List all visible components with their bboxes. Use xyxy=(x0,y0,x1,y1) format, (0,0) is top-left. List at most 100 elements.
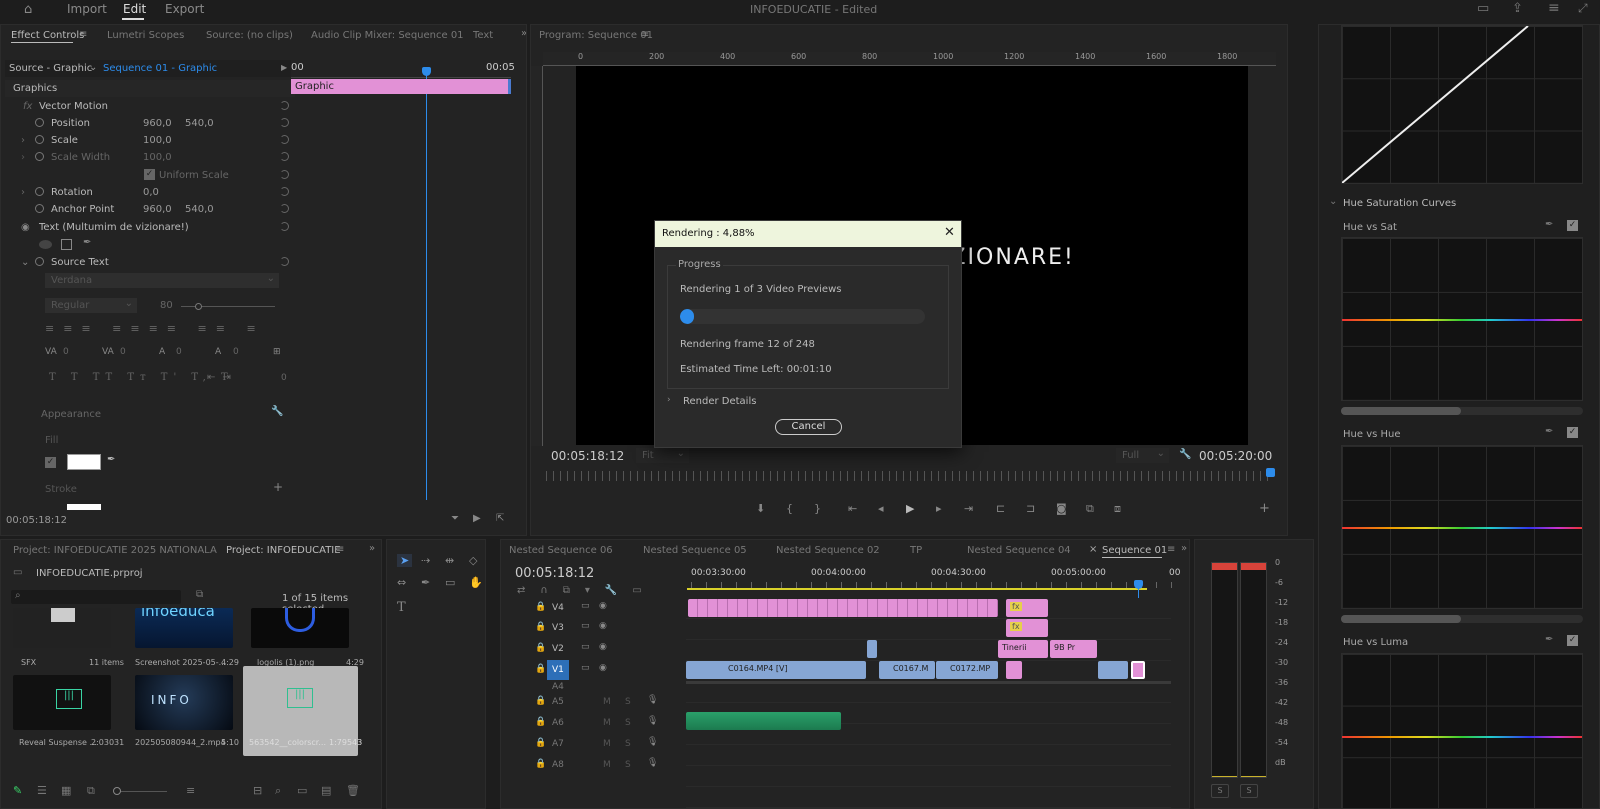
timeline-ruler[interactable]: 00:03:30:00 00:04:00:00 00:04:30:00 00:0… xyxy=(687,566,1181,596)
slip-tool-icon[interactable]: ⇔ xyxy=(397,576,406,589)
mic-icon[interactable]: 🎙 xyxy=(647,758,658,768)
reset-icon[interactable] xyxy=(280,152,289,161)
project-item-video-thumb[interactable]: INFO xyxy=(135,675,233,730)
project-item-logo-thumb[interactable] xyxy=(251,608,349,648)
fullscreen-icon[interactable]: ⤢ xyxy=(1578,1,1588,16)
resolution-dropdown[interactable]: Full ⌄ xyxy=(1116,448,1169,463)
eyedropper-icon[interactable]: ✒ xyxy=(1545,219,1553,230)
project-item-reveal-thumb[interactable]: ||| xyxy=(13,675,111,730)
eyedropper-icon[interactable]: ✒ xyxy=(1545,634,1553,645)
reset-icon[interactable] xyxy=(280,170,289,179)
chevron-down-icon[interactable]: ⌄ xyxy=(89,62,97,73)
solo-button[interactable]: S xyxy=(625,718,631,728)
eye-icon[interactable]: ◉ xyxy=(599,621,607,631)
text-layer-row[interactable]: ◉ Text (Multumim de vizionare!) xyxy=(5,219,295,236)
param-row-position[interactable]: Position 960,0 540,0 xyxy=(5,115,295,132)
sync-icon[interactable]: ▭ xyxy=(581,642,590,652)
v4-clip-strip[interactable] xyxy=(688,599,998,617)
rect-mask-icon[interactable] xyxy=(61,239,72,250)
mic-icon[interactable]: 🎙 xyxy=(647,737,658,747)
menu-import[interactable]: Import xyxy=(67,2,107,16)
home-icon[interactable]: ⌂ xyxy=(24,2,32,17)
lock-icon[interactable]: 🔒 xyxy=(535,664,546,674)
chevron-right-icon[interactable]: › xyxy=(667,395,671,405)
more-tabs-icon[interactable]: » xyxy=(369,543,375,554)
lock-icon[interactable]: 🔒 xyxy=(535,696,546,706)
v2-clip-tinerii[interactable]: Tinerii xyxy=(998,640,1048,658)
mute-button[interactable]: M xyxy=(603,760,611,770)
lock-icon[interactable]: 🔒 xyxy=(535,622,546,632)
delete-icon[interactable]: 🗑 xyxy=(346,784,360,797)
close-tab-icon[interactable]: × xyxy=(1089,544,1097,555)
new-item-icon[interactable]: ▤ xyxy=(321,784,331,797)
write-icon[interactable]: ✎ xyxy=(13,784,22,797)
v1-clip-end[interactable] xyxy=(1098,661,1128,679)
close-icon[interactable]: ✕ xyxy=(944,225,955,240)
font-size-value[interactable]: 80 xyxy=(160,300,173,311)
lift-icon[interactable]: ⊏ xyxy=(996,502,1005,515)
export-icon[interactable]: ⇱ xyxy=(496,513,504,524)
tab-project-nationala[interactable]: Project: INFOEDUCATIE 2025 NATIONALA xyxy=(13,545,217,556)
vr-icon[interactable]: ⧈ xyxy=(1114,502,1121,516)
tab-nested-06[interactable]: Nested Sequence 06 xyxy=(509,545,613,556)
expand-icon[interactable]: ⌄ xyxy=(21,257,29,268)
param-row-scale[interactable]: › Scale 100,0 xyxy=(5,132,295,149)
expand-icon[interactable]: › xyxy=(21,187,25,198)
tab-text[interactable]: Text xyxy=(473,30,493,41)
timeline-tool-icons[interactable]: ⇄∩⧉▾🔧▭ xyxy=(517,585,657,596)
reset-icon[interactable] xyxy=(280,118,289,127)
hue-hue-scrollbar[interactable] xyxy=(1341,615,1583,623)
type-tool-icon[interactable]: T xyxy=(397,600,406,615)
text-style-icons[interactable]: T T TT Tт T' T, T xyxy=(49,372,234,383)
fill-checkbox[interactable]: ✓ xyxy=(45,457,56,468)
hue-vs-sat-box[interactable] xyxy=(1341,237,1583,401)
tab-sequence-01[interactable]: Sequence 01 xyxy=(1102,545,1167,556)
lock-icon[interactable]: 🔒 xyxy=(535,759,546,769)
mark-in-icon[interactable]: { xyxy=(786,502,793,515)
hue-line[interactable] xyxy=(1342,736,1582,738)
font-dropdown[interactable]: Verdana ⌄ xyxy=(45,273,279,288)
param-row-rotation[interactable]: › Rotation 0,0 xyxy=(5,184,295,201)
automate-icon[interactable]: ⊟ xyxy=(253,784,262,797)
menu-edit[interactable]: Edit xyxy=(123,2,146,16)
sync-icon[interactable]: ▭ xyxy=(581,621,590,631)
lock-icon[interactable]: 🔒 xyxy=(535,643,546,653)
eyedropper-icon[interactable]: ✒ xyxy=(1545,426,1553,437)
param-value-x[interactable]: 960,0 xyxy=(143,118,172,129)
freeform-view-icon[interactable]: ⧉ xyxy=(87,784,95,798)
playhead-marker-icon[interactable] xyxy=(422,67,431,76)
mark-out-icon[interactable]: } xyxy=(814,502,821,515)
menu-export[interactable]: Export xyxy=(165,2,204,16)
stopwatch-icon[interactable] xyxy=(35,257,44,269)
work-area-bar[interactable] xyxy=(687,588,1147,590)
rgb-curve-box[interactable] xyxy=(1341,25,1583,184)
sync-icon[interactable]: ▭ xyxy=(581,663,590,673)
hue-line[interactable] xyxy=(1342,319,1582,321)
add-marker-icon[interactable]: ⬇ xyxy=(756,502,765,515)
enable-checkbox[interactable]: ✓ xyxy=(1567,427,1578,438)
v1-clip-pink[interactable] xyxy=(1006,661,1022,679)
tab-project-infoeducatie[interactable]: Project: INFOEDUCATIE xyxy=(226,545,341,556)
bin-icon[interactable]: ⧉ xyxy=(196,589,203,600)
hue-vs-luma-box[interactable] xyxy=(1341,653,1583,808)
stopwatch-icon[interactable] xyxy=(35,135,44,147)
chevron-down-icon[interactable]: ⌄ xyxy=(1329,196,1337,207)
scrubber-playhead[interactable] xyxy=(1266,468,1275,477)
eye-icon[interactable]: ◉ xyxy=(599,601,607,611)
play-audio-icon[interactable]: ▶ xyxy=(473,513,481,524)
kerning-value[interactable]: 0 xyxy=(63,347,69,357)
menu-icon[interactable]: ≡ xyxy=(1548,0,1560,16)
stroke-swatch[interactable] xyxy=(67,504,101,510)
v1-clip-c0164[interactable]: C0164.MP4 [V] xyxy=(686,661,866,679)
pen-mask-icon[interactable]: ✒ xyxy=(83,237,91,248)
uniform-scale-checkbox[interactable]: ✓ xyxy=(144,169,155,180)
add-stroke-icon[interactable]: + xyxy=(273,480,283,494)
mini-playhead[interactable] xyxy=(426,68,427,500)
param-value-x[interactable]: 960,0 xyxy=(143,204,172,215)
new-bin-icon[interactable]: ▭ xyxy=(297,784,307,797)
solo-left-button[interactable]: S xyxy=(1211,784,1229,798)
project-item-sfx-thumb[interactable] xyxy=(13,608,111,648)
settings-wrench-icon[interactable]: 🔧 xyxy=(1179,449,1191,460)
tab-source[interactable]: Source: (no clips) xyxy=(206,30,293,41)
find-icon[interactable]: ⌕ xyxy=(275,784,281,798)
